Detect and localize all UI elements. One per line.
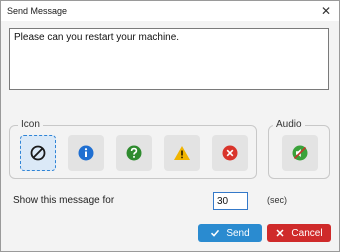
none-icon xyxy=(30,145,46,161)
title-bar: Send Message ✕ xyxy=(1,1,339,21)
send-message-dialog: Send Message ✕ Please can you restart yo… xyxy=(0,0,340,252)
audio-muted-icon xyxy=(292,145,308,161)
audio-toggle[interactable] xyxy=(282,135,318,171)
icon-option-question[interactable] xyxy=(116,135,152,171)
x-icon xyxy=(276,229,284,237)
error-icon xyxy=(222,145,238,161)
audio-group-label: Audio xyxy=(273,119,305,130)
icon-group-label: Icon xyxy=(18,119,43,130)
icon-option-error[interactable] xyxy=(212,135,248,171)
duration-unit: (sec) xyxy=(267,195,287,205)
close-button[interactable]: ✕ xyxy=(313,1,339,21)
close-icon: ✕ xyxy=(320,4,332,18)
icon-option-none[interactable] xyxy=(20,135,56,171)
cancel-button[interactable]: Cancel xyxy=(267,224,331,242)
icon-groupbox: Icon xyxy=(9,119,257,179)
cancel-button-label: Cancel xyxy=(291,227,323,239)
icon-option-warning[interactable] xyxy=(164,135,200,171)
icon-option-info[interactable] xyxy=(68,135,104,171)
info-icon xyxy=(78,145,94,161)
warning-icon xyxy=(174,146,190,160)
duration-input[interactable] xyxy=(213,192,248,210)
check-icon xyxy=(211,229,220,237)
duration-label: Show this message for xyxy=(13,195,115,206)
send-button-label: Send xyxy=(226,227,250,239)
send-button[interactable]: Send xyxy=(198,224,262,242)
message-textarea[interactable]: Please can you restart your machine. xyxy=(9,28,329,90)
audio-groupbox: Audio xyxy=(268,119,330,179)
question-icon xyxy=(126,145,142,161)
window-title: Send Message xyxy=(7,6,68,16)
